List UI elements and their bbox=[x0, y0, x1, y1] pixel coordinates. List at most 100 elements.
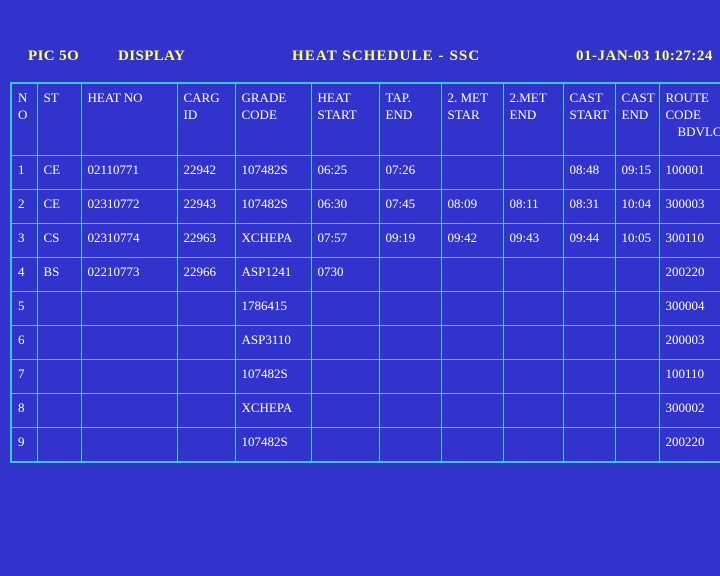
cell-heat-start: 07:57 bbox=[310, 223, 380, 258]
cell-heat-no bbox=[80, 393, 178, 428]
picture-id-label: PIC 5O bbox=[28, 48, 80, 64]
cell-route-code: 200220 bbox=[658, 257, 720, 292]
cell-met2-start: 09:42 bbox=[440, 223, 504, 258]
table-row[interactable]: 1 CE 02110771 22942 107482S 06:25 07:26 08:48 09… bbox=[10, 155, 720, 190]
cell-carg-id bbox=[176, 393, 236, 428]
cell-carg-id bbox=[176, 325, 236, 360]
cell-grade-code: 107482S bbox=[234, 359, 312, 394]
table-body: 1 CE 02110771 22942 107482S 06:25 07:26 08:48 09… bbox=[10, 155, 720, 463]
cell-met2-start bbox=[440, 155, 504, 190]
cell-heat-no: 02210773 bbox=[80, 257, 178, 292]
cell-met2-start bbox=[440, 257, 504, 292]
column-header-heat-start: HEAT START bbox=[310, 82, 380, 156]
cell-tap-end bbox=[378, 325, 442, 360]
table-row[interactable]: 7 107482S 100110 bbox=[10, 359, 720, 394]
screen-header-bar: PIC 5O DISPLAY HEAT SCHEDULE - SSC 01-JA… bbox=[0, 46, 720, 70]
cell-met2-end bbox=[502, 257, 564, 292]
cell-met2-start bbox=[440, 291, 504, 326]
cell-grade-code: 107482S bbox=[234, 155, 312, 190]
cell-route-code: 200003 bbox=[658, 325, 720, 360]
cell-grade-code: 107482S bbox=[234, 427, 312, 463]
cell-met2-end bbox=[502, 393, 564, 428]
column-header-route-code: ROUTE CODE BDVLCT bbox=[658, 82, 720, 156]
cell-grade-code: XCHEPA bbox=[234, 393, 312, 428]
heat-schedule-table: N O ST HEAT NO CARG ID GRADE CODE HEAT S… bbox=[10, 82, 720, 463]
column-header-no: N O bbox=[10, 82, 38, 156]
cell-heat-no bbox=[80, 325, 178, 360]
table-header-row: N O ST HEAT NO CARG ID GRADE CODE HEAT S… bbox=[10, 82, 720, 156]
cell-heat-start bbox=[310, 427, 380, 463]
cell-heat-start: 06:30 bbox=[310, 189, 380, 224]
table-row[interactable]: 9 107482S 200220 bbox=[10, 427, 720, 463]
cell-heat-no: 02310772 bbox=[80, 189, 178, 224]
cell-met2-start bbox=[440, 325, 504, 360]
cell-cast-end: 10:05 bbox=[614, 223, 660, 258]
page-title: HEAT SCHEDULE - SSC bbox=[292, 48, 481, 64]
cell-cast-start bbox=[562, 393, 616, 428]
cell-no: 3 bbox=[10, 223, 38, 258]
cell-met2-end bbox=[502, 291, 564, 326]
cell-no: 6 bbox=[10, 325, 38, 360]
cell-met2-end: 08:11 bbox=[502, 189, 564, 224]
cell-cast-start bbox=[562, 325, 616, 360]
datetime-label: 01-JAN-03 10:27:24 bbox=[576, 48, 713, 64]
cell-route-code: 100110 bbox=[658, 359, 720, 394]
table-row[interactable]: 3 CS 02310774 22963 XCHEPA 07:57 09:19 09:42 09:… bbox=[10, 223, 720, 258]
column-header-met2-end: 2.MET END bbox=[502, 82, 564, 156]
cell-route-code: 100001 bbox=[658, 155, 720, 190]
cell-cast-end bbox=[614, 393, 660, 428]
cell-route-code: 300003 bbox=[658, 189, 720, 224]
table-row[interactable]: 4 BS 02210773 22966 ASP1241 0730 200220 bbox=[10, 257, 720, 292]
cell-carg-id: 22943 bbox=[176, 189, 236, 224]
cell-tap-end: 07:45 bbox=[378, 189, 442, 224]
cell-met2-start bbox=[440, 359, 504, 394]
cell-met2-end bbox=[502, 359, 564, 394]
cell-cast-end bbox=[614, 291, 660, 326]
cell-tap-end bbox=[378, 257, 442, 292]
heat-schedule-table-wrapper: N O ST HEAT NO CARG ID GRADE CODE HEAT S… bbox=[10, 82, 720, 463]
cell-st bbox=[36, 359, 82, 394]
cell-met2-end bbox=[502, 427, 564, 463]
cell-heat-no: 02110771 bbox=[80, 155, 178, 190]
cell-no: 8 bbox=[10, 393, 38, 428]
cell-cast-start bbox=[562, 291, 616, 326]
cell-tap-end bbox=[378, 359, 442, 394]
cell-cast-start bbox=[562, 359, 616, 394]
cell-met2-start: 08:09 bbox=[440, 189, 504, 224]
cell-heat-no: 02310774 bbox=[80, 223, 178, 258]
cell-route-code: 300002 bbox=[658, 393, 720, 428]
cell-st: CS bbox=[36, 223, 82, 258]
table-header: N O ST HEAT NO CARG ID GRADE CODE HEAT S… bbox=[10, 82, 720, 156]
cell-no: 2 bbox=[10, 189, 38, 224]
cell-st bbox=[36, 393, 82, 428]
cell-route-code: 300110 bbox=[658, 223, 720, 258]
cell-no: 7 bbox=[10, 359, 38, 394]
cell-st bbox=[36, 427, 82, 463]
column-header-st: ST bbox=[36, 82, 82, 156]
cell-cast-end bbox=[614, 427, 660, 463]
cell-cast-end: 09:15 bbox=[614, 155, 660, 190]
cell-cast-start: 09:44 bbox=[562, 223, 616, 258]
cell-met2-start bbox=[440, 393, 504, 428]
cell-st bbox=[36, 325, 82, 360]
cell-grade-code: 1786415 bbox=[234, 291, 312, 326]
cell-cast-start: 08:31 bbox=[562, 189, 616, 224]
cell-carg-id bbox=[176, 427, 236, 463]
cell-carg-id: 22966 bbox=[176, 257, 236, 292]
column-header-tap-end: TAP. END bbox=[378, 82, 442, 156]
cell-tap-end: 07:26 bbox=[378, 155, 442, 190]
table-row[interactable]: 5 1786415 300004 bbox=[10, 291, 720, 326]
cell-no: 9 bbox=[10, 427, 38, 463]
cell-heat-no bbox=[80, 427, 178, 463]
column-header-heat-no: HEAT NO bbox=[80, 82, 178, 156]
table-row[interactable]: 6 ASP3110 200003 bbox=[10, 325, 720, 360]
cell-grade-code: ASP3110 bbox=[234, 325, 312, 360]
table-row[interactable]: 2 CE 02310772 22943 107482S 06:30 07:45 08:09 08… bbox=[10, 189, 720, 224]
table-row[interactable]: 8 XCHEPA 300002 bbox=[10, 393, 720, 428]
cell-heat-start: 0730 bbox=[310, 257, 380, 292]
cell-tap-end bbox=[378, 393, 442, 428]
cell-met2-end: 09:43 bbox=[502, 223, 564, 258]
cell-cast-start bbox=[562, 427, 616, 463]
cell-tap-end: 09:19 bbox=[378, 223, 442, 258]
column-header-carg-id: CARG ID bbox=[176, 82, 236, 156]
